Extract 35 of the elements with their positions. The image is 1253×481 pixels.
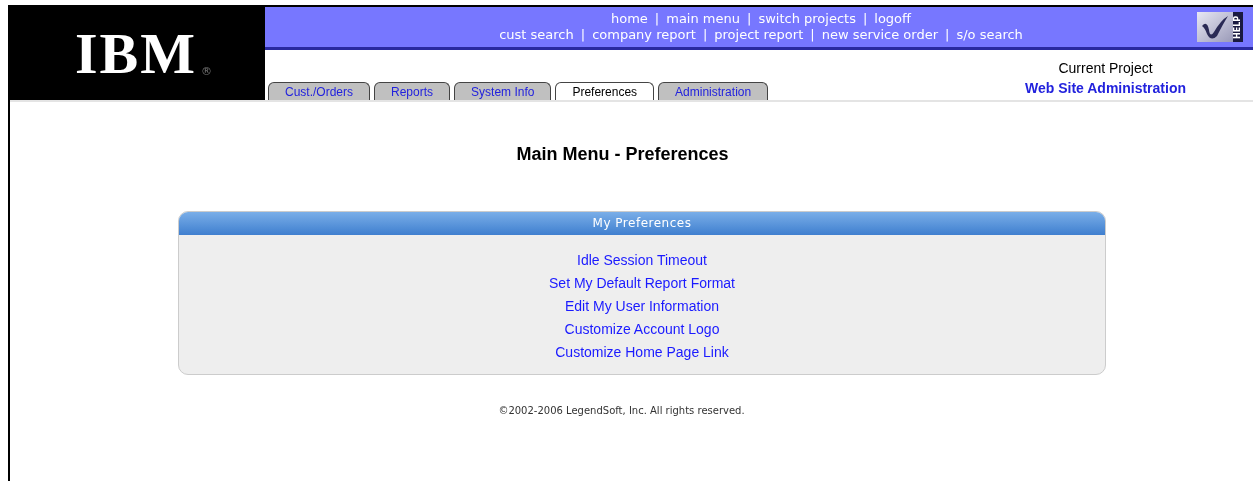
- nav-link[interactable]: project report: [714, 27, 804, 43]
- tab[interactable]: Reports: [374, 82, 451, 100]
- tab[interactable]: Preferences: [555, 82, 655, 100]
- nav-link[interactable]: home: [610, 11, 648, 27]
- link-separator: |: [945, 27, 950, 43]
- preference-link[interactable]: Customize Home Page Link: [555, 341, 729, 364]
- tab[interactable]: Administration: [658, 82, 769, 100]
- nav-link[interactable]: company report: [592, 27, 696, 43]
- link-separator: |: [654, 11, 660, 27]
- help-button[interactable]: HELP: [1197, 12, 1243, 42]
- copyright-text: ©2002-2006 LegendSoft, Inc. All rights reserved.: [497, 405, 746, 416]
- nav-link[interactable]: switch projects: [758, 11, 856, 27]
- link-separator: |: [580, 27, 586, 43]
- panel-header: My Preferences: [179, 212, 1105, 235]
- current-project-label: Current Project: [1058, 59, 1153, 78]
- tab[interactable]: System Info: [454, 82, 552, 100]
- nav-link[interactable]: logoff: [874, 11, 912, 27]
- preference-link[interactable]: Edit My User Information: [564, 295, 720, 318]
- ibm-logo: IBM: [75, 23, 197, 84]
- link-separator: |: [862, 11, 868, 27]
- tab[interactable]: Cust./Orders: [268, 82, 370, 100]
- preference-link[interactable]: Set My Default Report Format: [549, 272, 735, 295]
- nav-link[interactable]: s/o search: [956, 27, 1023, 43]
- preference-link[interactable]: Customize Account Logo: [564, 318, 720, 341]
- checkmark-icon: [1197, 12, 1233, 42]
- link-separator: |: [747, 11, 752, 27]
- page-title: Main Menu - Preferences: [515, 144, 730, 165]
- preference-link[interactable]: Idle Session Timeout: [577, 249, 707, 272]
- nav-link[interactable]: cust search: [499, 27, 574, 43]
- current-project-name: Web Site Administration: [1025, 79, 1186, 98]
- nav-link[interactable]: main menu: [666, 11, 740, 27]
- link-separator: |: [810, 27, 815, 43]
- link-separator: |: [702, 27, 708, 43]
- nav-link[interactable]: new service order: [821, 27, 938, 43]
- registered-mark: ®: [201, 65, 212, 78]
